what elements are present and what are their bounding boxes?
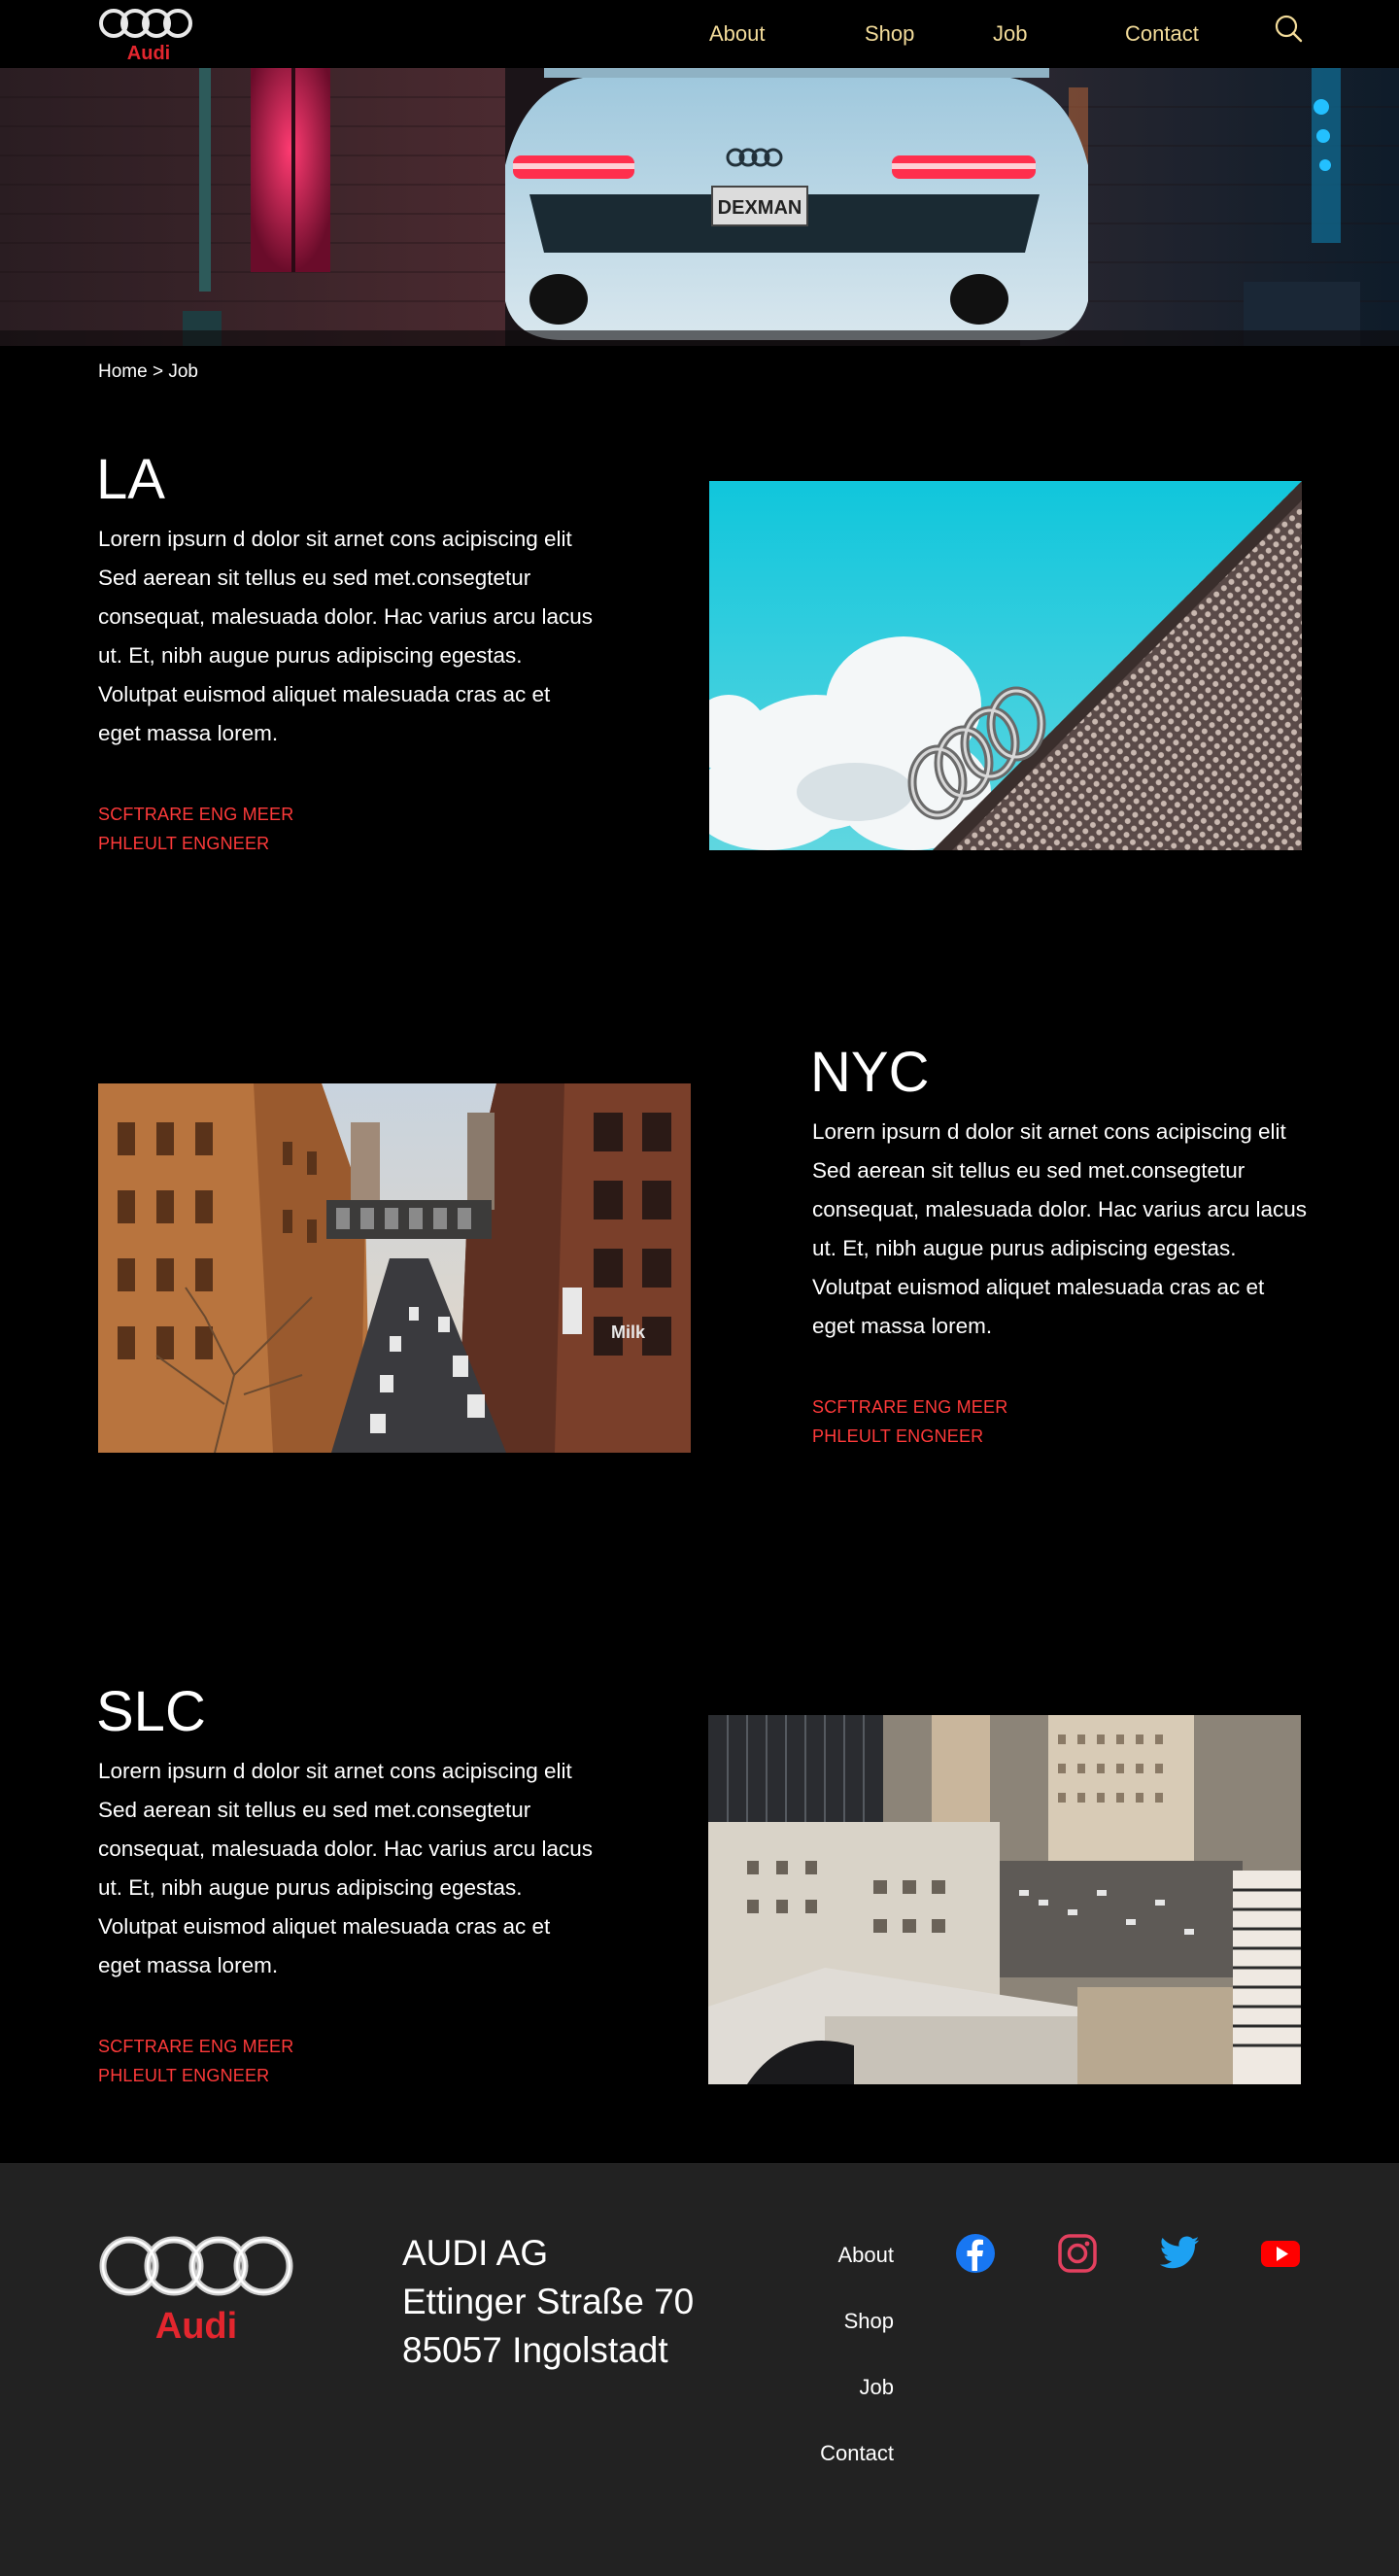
facebook-icon[interactable] xyxy=(954,2232,997,2275)
job-description: Lorern ipsurn d dolor sit arnet cons aci… xyxy=(98,1759,594,1977)
nav-shop[interactable]: Shop xyxy=(865,21,914,47)
address-company: AUDI AG xyxy=(402,2233,549,2273)
audi-logo[interactable]: Audi xyxy=(98,8,199,62)
job-description: Lorern ipsurn d dolor sit arnet cons aci… xyxy=(98,527,594,745)
company-address: AUDI AG Ettinger Straße 70 85057 Ingolst… xyxy=(402,2229,694,2375)
logo-wordmark: Audi xyxy=(127,43,170,62)
hero-car-image: DEXMAN xyxy=(0,68,1399,346)
la-building-photo xyxy=(709,481,1302,850)
footer-audi-logo[interactable]: Audi xyxy=(98,2235,298,2348)
job-link-software-engineer[interactable]: SCFTRARE ENG MEER xyxy=(812,1397,1007,1418)
job-link-principal-engineer[interactable]: PHLEULT ENGNEER xyxy=(98,834,269,854)
top-nav: Audi About Shop Job Contact xyxy=(0,0,1399,68)
store-sign-text: Milk xyxy=(611,1322,646,1342)
nav-about[interactable]: About xyxy=(709,21,766,47)
breadcrumb[interactable]: Home > Job xyxy=(98,361,198,383)
search-icon[interactable] xyxy=(1273,14,1304,45)
job-link-software-engineer[interactable]: SCFTRARE ENG MEER xyxy=(98,2037,293,2057)
job-link-software-engineer[interactable]: SCFTRARE ENG MEER xyxy=(98,805,293,825)
slc-city-photo xyxy=(708,1715,1301,2084)
footer-link-contact[interactable]: Contact xyxy=(738,2441,894,2466)
job-description: Lorern ipsurn d dolor sit arnet cons aci… xyxy=(812,1119,1308,1338)
job-link-principal-engineer[interactable]: PHLEULT ENGNEER xyxy=(812,1426,983,1447)
footer-link-about[interactable]: About xyxy=(738,2243,895,2268)
nyc-street-photo: Milk xyxy=(98,1083,691,1453)
city-heading: LA xyxy=(96,448,165,511)
city-heading: NYC xyxy=(810,1041,930,1104)
nav-job[interactable]: Job xyxy=(993,21,1027,47)
footer-logo-wordmark: Audi xyxy=(155,2306,237,2347)
youtube-icon[interactable] xyxy=(1259,2232,1302,2275)
job-link-principal-engineer[interactable]: PHLEULT ENGNEER xyxy=(98,2066,269,2086)
footer: Audi AUDI AG Ettinger Straße 70 85057 In… xyxy=(0,2163,1399,2576)
address-street: Ettinger Straße 70 xyxy=(402,2282,695,2321)
footer-link-shop[interactable]: Shop xyxy=(738,2309,894,2334)
city-heading: SLC xyxy=(96,1680,206,1743)
footer-link-job[interactable]: Job xyxy=(738,2375,894,2400)
instagram-icon[interactable] xyxy=(1056,2232,1099,2275)
address-city: 85057 Ingolstadt xyxy=(402,2330,668,2370)
nav-contact[interactable]: Contact xyxy=(1125,21,1199,47)
license-plate-text: DEXMAN xyxy=(718,197,802,219)
twitter-icon[interactable] xyxy=(1158,2232,1201,2275)
